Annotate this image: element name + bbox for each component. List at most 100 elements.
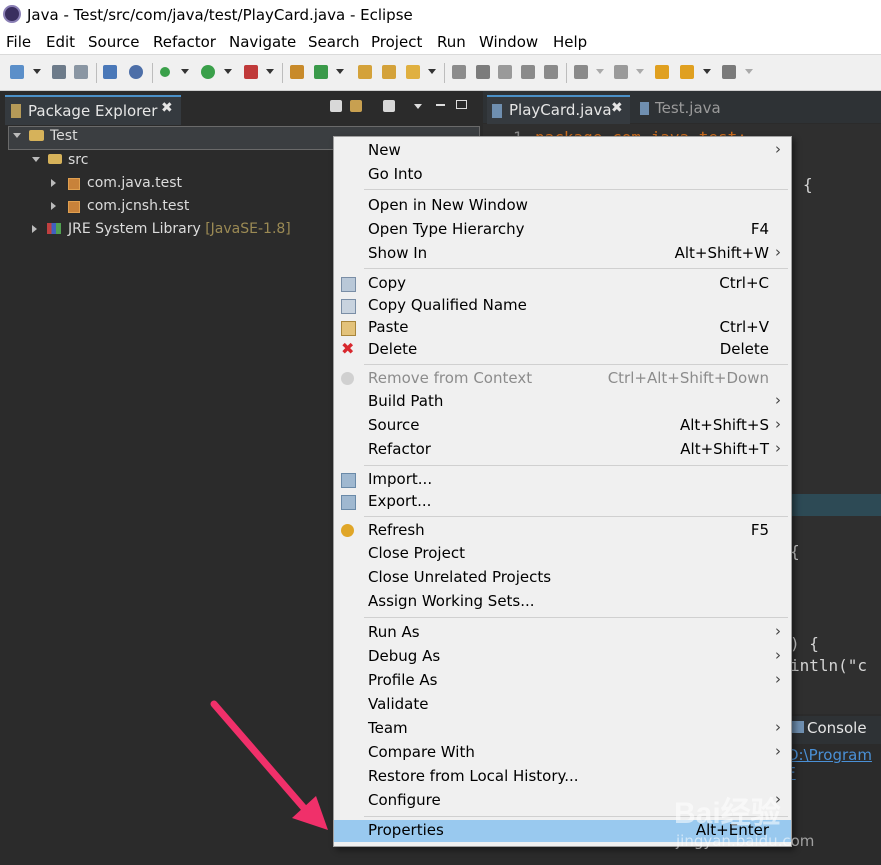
menu-item-open-type-hierarchy[interactable]: Open Type Hierarchy F4 (334, 219, 791, 241)
show-whitespace-icon[interactable] (544, 65, 558, 79)
menu-file[interactable]: File (6, 33, 31, 51)
menu-item-validate[interactable]: Validate (334, 694, 791, 716)
menu-item-delete[interactable]: ✖ Delete Delete (334, 339, 791, 361)
new-icon[interactable] (10, 65, 24, 79)
menu-item-show-in[interactable]: Show In Alt+Shift+W › (334, 243, 791, 265)
save-icon[interactable] (52, 65, 66, 79)
menu-item-build-path[interactable]: Build Path › (334, 391, 791, 413)
next-annotation-icon[interactable] (574, 65, 588, 79)
dropdown-arrow-icon[interactable] (181, 69, 189, 74)
last-edit-location-icon[interactable] (655, 65, 669, 79)
new-java-class-icon[interactable] (314, 65, 328, 79)
dropdown-arrow-icon[interactable] (224, 69, 232, 74)
menu-item-paste[interactable]: Paste Ctrl+V (334, 317, 791, 339)
tree-item-package[interactable]: com.java.test (87, 175, 182, 191)
menu-item-new[interactable]: New › (334, 140, 791, 162)
menu-item-export[interactable]: Export... (334, 491, 791, 513)
dropdown-arrow-icon[interactable] (596, 69, 604, 74)
menu-item-compare-with[interactable]: Compare With › (334, 742, 791, 764)
collapse-all-icon[interactable] (330, 100, 342, 112)
menu-search[interactable]: Search (308, 33, 360, 51)
menu-item-close-project[interactable]: Close Project (334, 543, 791, 565)
menu-item-open-in-new-window[interactable]: Open in New Window (334, 195, 791, 217)
close-icon[interactable]: ✖ (611, 100, 623, 116)
dropdown-arrow-icon[interactable] (745, 69, 753, 74)
menu-item-source[interactable]: Source Alt+Shift+S › (334, 415, 791, 437)
menu-item-shortcut: Alt+Shift+W (674, 244, 769, 262)
menu-navigate[interactable]: Navigate (229, 33, 296, 51)
close-icon[interactable]: ✖ (161, 100, 173, 116)
tree-item-src[interactable]: src (68, 152, 88, 168)
menu-item-debug-as[interactable]: Debug As › (334, 646, 791, 668)
debug-icon[interactable] (160, 67, 170, 77)
menu-edit[interactable]: Edit (46, 33, 75, 51)
dropdown-arrow-icon[interactable] (336, 69, 344, 74)
tab-package-explorer[interactable]: Package Explorer ✖ (5, 95, 181, 125)
run-icon[interactable] (201, 65, 215, 79)
menu-project[interactable]: Project (371, 33, 422, 51)
menu-item-profile-as[interactable]: Profile As › (334, 670, 791, 692)
tree-item-project[interactable]: Test (50, 128, 78, 144)
collapse-arrow-icon[interactable] (32, 157, 40, 162)
menu-item-restore-from-local-history[interactable]: Restore from Local History... (334, 766, 791, 788)
focus-on-active-task-icon[interactable] (383, 100, 395, 112)
dropdown-arrow-icon[interactable] (703, 69, 711, 74)
tab-playcard-java[interactable]: PlayCard.java ✖ (487, 95, 630, 125)
tab-console[interactable]: Console (807, 719, 867, 737)
previous-annotation-icon[interactable] (614, 65, 628, 79)
console-icon[interactable] (103, 65, 117, 79)
expand-arrow-icon[interactable] (32, 225, 37, 233)
menu-item-run-as[interactable]: Run As › (334, 622, 791, 644)
library-icon (47, 223, 61, 234)
open-type-icon[interactable] (358, 65, 372, 79)
menu-item-assign-working-sets[interactable]: Assign Working Sets... (334, 591, 791, 613)
tree-item-package[interactable]: com.jcnsh.test (87, 198, 189, 214)
submenu-arrow-icon: › (775, 742, 781, 760)
back-icon[interactable] (680, 65, 694, 79)
menu-item-team[interactable]: Team › (334, 718, 791, 740)
menu-item-close-unrelated-projects[interactable]: Close Unrelated Projects (334, 567, 791, 589)
menu-item-copy-qualified-name[interactable]: Copy Qualified Name (334, 295, 791, 317)
menu-item-go-into[interactable]: Go Into (334, 164, 791, 186)
block-selection-icon[interactable] (521, 65, 535, 79)
open-task-icon[interactable] (382, 65, 396, 79)
link-with-editor-icon[interactable] (350, 100, 362, 112)
jre-label: JRE System Library (68, 221, 201, 237)
expand-arrow-icon[interactable] (51, 202, 56, 210)
menu-source[interactable]: Source (88, 33, 140, 51)
menu-item-label: Configure (368, 791, 441, 809)
dropdown-arrow-icon[interactable] (266, 69, 274, 74)
word-wrap-icon[interactable] (498, 65, 512, 79)
save-all-icon[interactable] (74, 65, 88, 79)
menu-item-shortcut: Ctrl+V (719, 318, 769, 336)
expand-arrow-icon[interactable] (51, 179, 56, 187)
tree-item-jre[interactable]: JRE System Library [JavaSE-1.8] (68, 221, 291, 237)
menu-item-copy[interactable]: Copy Ctrl+C (334, 273, 791, 295)
forward-icon[interactable] (722, 65, 736, 79)
menu-run[interactable]: Run (437, 33, 466, 51)
menu-item-refresh[interactable]: Refresh F5 (334, 520, 791, 542)
new-java-package-icon[interactable] (290, 65, 304, 79)
dropdown-arrow-icon[interactable] (428, 69, 436, 74)
code-fragment: intln("c (790, 656, 868, 675)
view-menu-icon[interactable] (414, 104, 422, 109)
mark-occurrences-icon[interactable] (476, 65, 490, 79)
console-process-path[interactable]: D:\Program F (787, 746, 881, 782)
dropdown-arrow-icon[interactable] (636, 69, 644, 74)
skip-breakpoints-icon[interactable] (129, 65, 143, 79)
external-tools-icon[interactable] (244, 65, 258, 79)
toggle-breadcrumb-icon[interactable] (452, 65, 466, 79)
menu-refactor[interactable]: Refactor (153, 33, 216, 51)
minimize-icon[interactable] (436, 104, 445, 106)
maximize-icon[interactable] (456, 100, 467, 109)
search-icon[interactable] (406, 65, 420, 79)
menu-item-refactor[interactable]: Refactor Alt+Shift+T › (334, 439, 791, 461)
dropdown-arrow-icon[interactable] (33, 69, 41, 74)
menu-item-label: Show In (368, 244, 428, 262)
menu-window[interactable]: Window (479, 33, 538, 51)
collapse-arrow-icon[interactable] (13, 133, 21, 138)
tab-test-java[interactable]: Test.java (655, 99, 721, 117)
menu-help[interactable]: Help (553, 33, 587, 51)
menu-item-import[interactable]: Import... (334, 469, 791, 491)
toolbar (0, 55, 881, 91)
